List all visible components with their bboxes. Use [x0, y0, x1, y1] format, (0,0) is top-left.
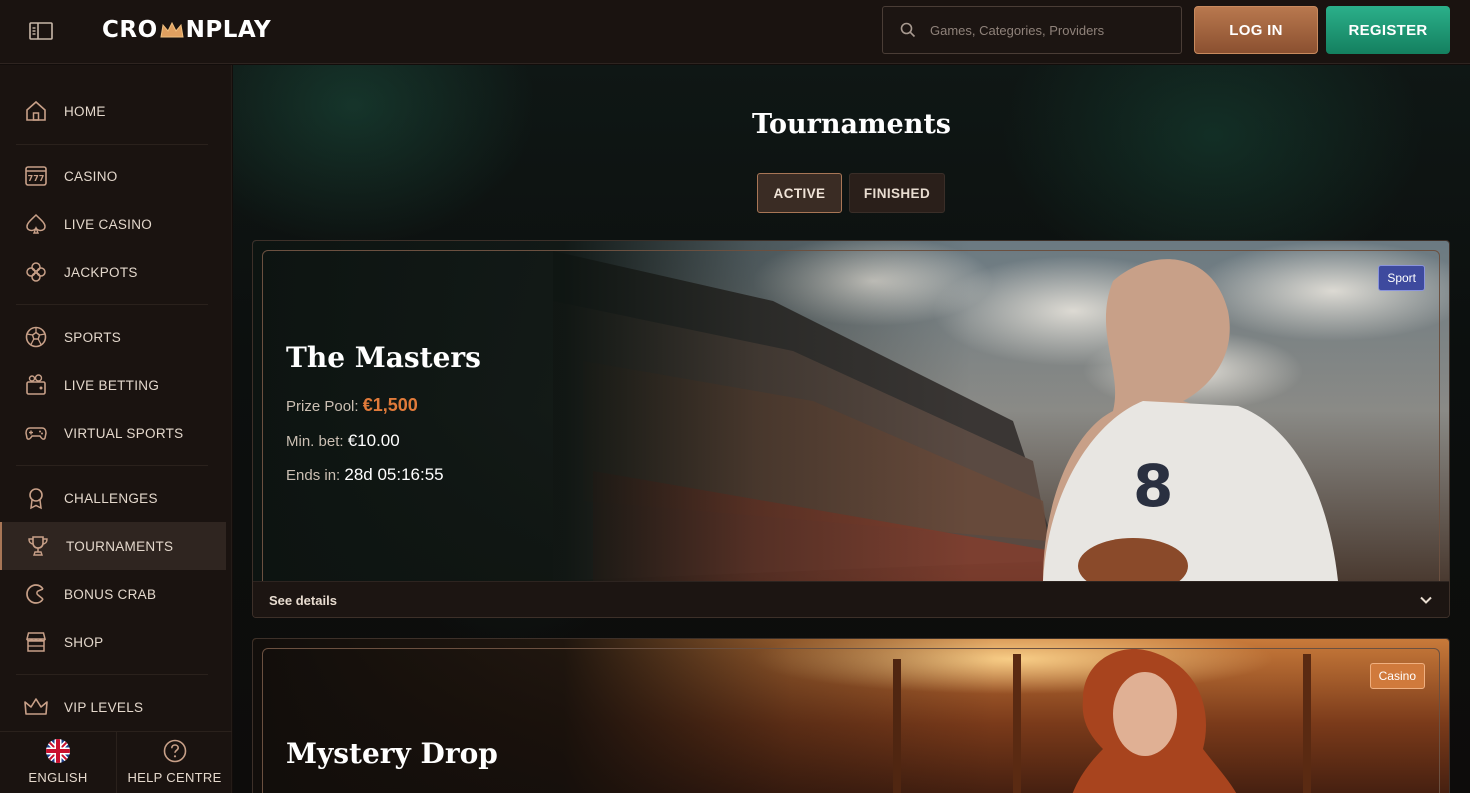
sidebar-divider: [16, 674, 208, 675]
sidebar-divider: [16, 144, 208, 145]
tournament-banner-image: 8: [253, 241, 1449, 581]
medal-icon: [23, 485, 49, 511]
language-label: ENGLISH: [28, 770, 88, 785]
prize-pool-row: Prize Pool: €1,500: [286, 395, 418, 416]
tournament-card: 8 The Masters Prize Pool: €1,500 Min. be…: [252, 240, 1450, 618]
sidebar-item-live-betting[interactable]: LIVE BETTING: [0, 361, 226, 409]
sidebar-item-virtual-sports[interactable]: VIRTUAL SPORTS: [0, 409, 226, 457]
ends-in-value: 28d 05:16:55: [344, 465, 444, 484]
crown-icon: [23, 694, 49, 720]
sidebar-item-label: LIVE BETTING: [64, 377, 160, 393]
gamepad-icon: [23, 420, 49, 446]
ends-in-row: Ends in: 28d 05:16:55: [286, 465, 444, 485]
tab-active[interactable]: ACTIVE: [757, 173, 842, 213]
sidebar-divider: [16, 465, 208, 466]
trophy-icon: [25, 533, 51, 559]
language-selector[interactable]: ENGLISH: [0, 732, 116, 793]
sidebar: HOME 777 CASINO LIVE CASINO JACKPOTS SPO…: [0, 65, 232, 793]
sidebar-item-label: JACKPOTS: [64, 264, 138, 280]
chevron-down-icon: [1419, 593, 1433, 612]
shop-icon: [23, 629, 49, 655]
top-header: CRO NPLAY LOG IN REGISTER: [0, 0, 1470, 64]
sidebar-item-label: BONUS CRAB: [64, 586, 157, 602]
search-box[interactable]: [882, 6, 1182, 54]
sidebar-item-bonus-crab[interactable]: BONUS CRAB: [0, 570, 226, 618]
tv-icon: [23, 372, 49, 398]
sidebar-item-label: CHALLENGES: [64, 490, 158, 506]
help-centre-link[interactable]: HELP CENTRE: [116, 732, 232, 793]
sidebar-item-label: SPORTS: [64, 329, 122, 345]
crownplay-logo[interactable]: CRO NPLAY: [102, 17, 271, 43]
sidebar-item-label: LIVE CASINO: [64, 216, 153, 232]
sidebar-item-casino[interactable]: 777 CASINO: [0, 152, 226, 200]
sidebar-item-label: TOURNAMENTS: [66, 538, 174, 554]
home-icon: [23, 98, 49, 124]
sidebar-footer: ENGLISH HELP CENTRE: [0, 731, 232, 793]
sidebar-item-tournaments[interactable]: TOURNAMENTS: [0, 522, 226, 570]
prize-pool-label: Prize Pool:: [286, 398, 359, 415]
help-centre-label: HELP CENTRE: [127, 770, 222, 785]
min-bet-row: Min. bet: €10.00: [286, 431, 400, 451]
min-bet-value: €10.00: [347, 431, 400, 450]
question-circle-icon: [162, 738, 188, 764]
tournament-title: Mystery Drop: [286, 737, 498, 770]
spade-icon: [23, 211, 49, 237]
sidebar-divider: [16, 304, 208, 305]
sidebar-toggle-icon[interactable]: [28, 20, 54, 42]
sidebar-item-jackpots[interactable]: JACKPOTS: [0, 248, 226, 296]
tournament-card: Mystery Drop Casino: [252, 638, 1450, 793]
sidebar-item-label: SHOP: [64, 634, 104, 650]
slot-machine-icon: 777: [23, 163, 49, 189]
sidebar-item-label: VIP LEVELS: [64, 699, 144, 715]
sidebar-item-label: CASINO: [64, 168, 118, 184]
sidebar-item-challenges[interactable]: CHALLENGES: [0, 474, 226, 522]
sidebar-item-vip-levels[interactable]: VIP LEVELS: [0, 683, 226, 731]
sidebar-item-sports[interactable]: SPORTS: [0, 313, 226, 361]
clover-icon: [23, 259, 49, 285]
category-badge: Sport: [1378, 265, 1425, 291]
sidebar-item-shop[interactable]: SHOP: [0, 618, 226, 666]
ends-in-label: Ends in:: [286, 467, 341, 484]
tournament-title: The Masters: [286, 341, 481, 374]
svg-text:777: 777: [28, 174, 45, 183]
tab-finished[interactable]: FINISHED: [849, 173, 945, 213]
sidebar-item-label: VIRTUAL SPORTS: [64, 425, 184, 441]
sidebar-item-label: HOME: [64, 103, 106, 119]
prize-pool-value: €1,500: [362, 395, 418, 415]
sidebar-item-live-casino[interactable]: LIVE CASINO: [0, 200, 226, 248]
login-button[interactable]: LOG IN: [1194, 6, 1318, 54]
soccer-ball-icon: [23, 324, 49, 350]
register-button[interactable]: REGISTER: [1326, 6, 1450, 54]
category-badge: Casino: [1369, 663, 1425, 689]
uk-flag-icon: [45, 738, 71, 764]
page-title: Tournaments: [751, 109, 952, 140]
main-content: Tournaments ACTIVE FINISHED The Masters …: [233, 65, 1470, 793]
min-bet-label: Min. bet:: [286, 433, 344, 450]
logo-crown-icon: [159, 20, 185, 40]
crab-claw-icon: [23, 581, 49, 607]
search-icon: [900, 22, 916, 38]
logo-text-right: NPLAY: [185, 17, 272, 43]
logo-text-left: CRO: [102, 17, 158, 43]
see-details-toggle[interactable]: See details: [253, 581, 1449, 617]
search-input[interactable]: [930, 22, 1160, 38]
sidebar-item-home[interactable]: HOME: [0, 87, 226, 135]
see-details-label: See details: [269, 592, 337, 608]
